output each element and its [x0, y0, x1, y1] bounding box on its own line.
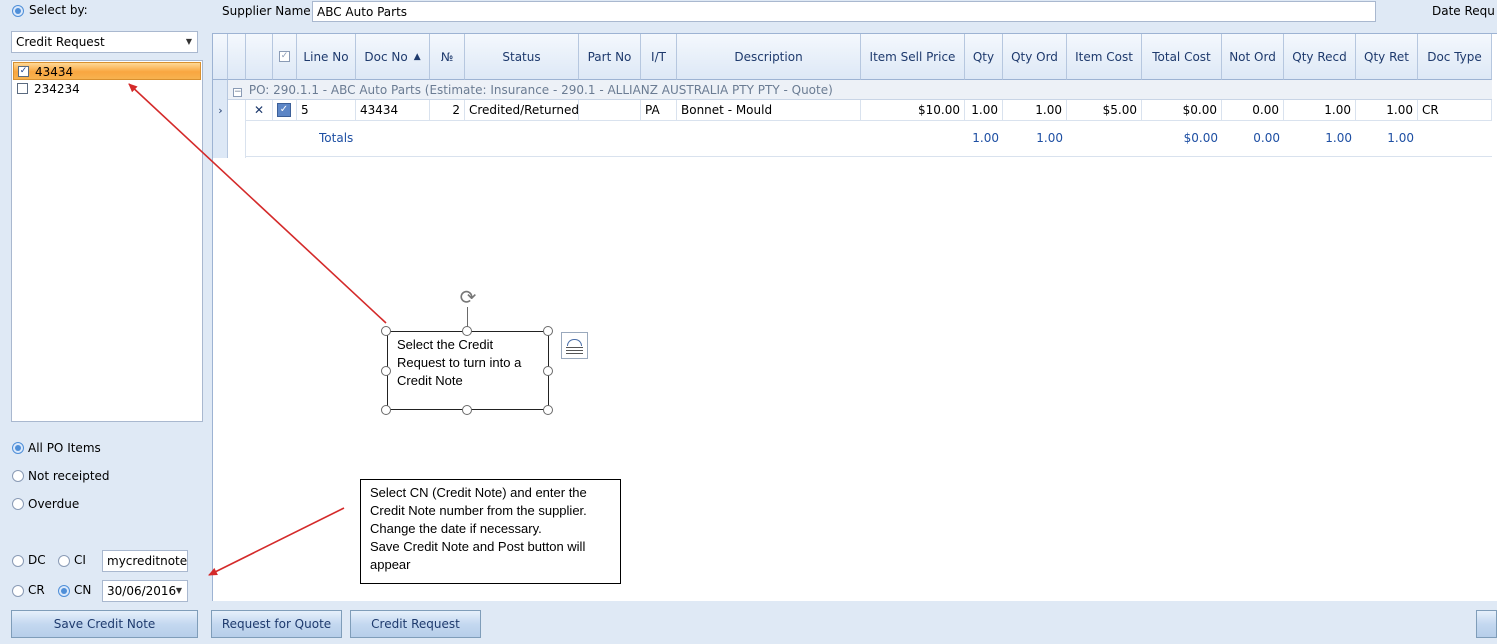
- resize-handle[interactable]: [462, 326, 472, 336]
- annotation-arrows: [128, 83, 387, 576]
- callout-line: Change the date if necessary.: [370, 521, 542, 536]
- resize-handle[interactable]: [543, 405, 553, 415]
- callout-line: Save Credit Note and Post button will: [370, 539, 586, 554]
- callout-line: Credit Note number from the supplier.: [370, 503, 587, 518]
- layout-options-icon[interactable]: [561, 332, 588, 359]
- callout-line: Select CN (Credit Note) and enter the: [370, 485, 587, 500]
- resize-handle[interactable]: [462, 405, 472, 415]
- callout-credit-note-instructions: Select CN (Credit Note) and enter the Cr…: [360, 479, 621, 584]
- resize-handle[interactable]: [543, 366, 553, 376]
- callout-line: appear: [370, 557, 411, 572]
- arrow-to-cn-fields: [208, 507, 345, 576]
- arrow-to-list-item: [128, 83, 387, 324]
- resize-handle[interactable]: [381, 326, 391, 336]
- callout-select-credit-request: Select the Credit Request to turn into a…: [387, 331, 549, 410]
- resize-handle[interactable]: [381, 366, 391, 376]
- resize-handle[interactable]: [381, 405, 391, 415]
- resize-handle[interactable]: [543, 326, 553, 336]
- rotate-icon[interactable]: ⟳: [456, 286, 480, 310]
